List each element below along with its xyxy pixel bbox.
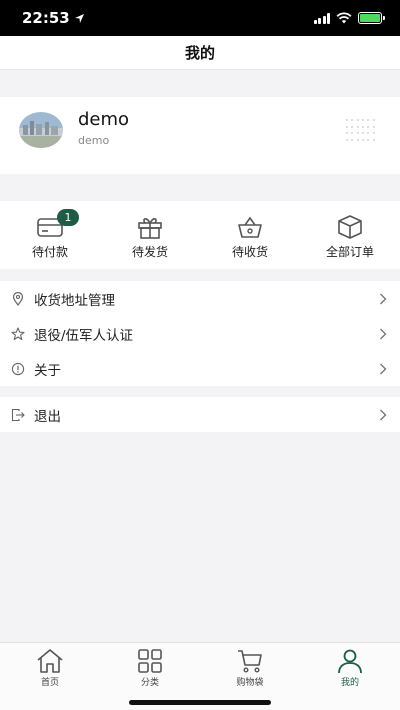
count-badge: 1	[57, 209, 79, 226]
menu-item-veteran-verification[interactable]: 退役/伍军人认证	[0, 316, 400, 351]
gift-box-icon	[138, 218, 162, 239]
location-pin-icon	[12, 291, 24, 306]
time-text: 22:53	[22, 9, 70, 27]
location-arrow-icon	[74, 13, 84, 23]
logout-label: 退出	[34, 408, 61, 425]
status-time: 22:53	[22, 9, 85, 27]
chevron-right-icon	[380, 293, 387, 305]
menu-label: 关于	[34, 362, 61, 379]
nav-bar: 我的	[0, 36, 400, 70]
order-pending-shipment[interactable]: 待发货	[100, 201, 200, 269]
settings-menu: 收货地址管理 退役/伍军人认证 关于	[0, 281, 400, 386]
chevron-right-icon	[380, 409, 387, 421]
battery-icon	[358, 12, 385, 24]
menu-item-address[interactable]: 收货地址管理	[0, 281, 400, 316]
order-all[interactable]: 全部订单	[300, 201, 400, 269]
order-label: 待收货	[231, 245, 268, 259]
status-bar: 22:53	[0, 0, 400, 36]
tab-label: 分类	[140, 678, 159, 688]
tab-label: 首页	[40, 678, 59, 688]
cellular-signal-icon	[313, 12, 330, 24]
logout-button[interactable]: 退出	[0, 397, 400, 432]
profile-name: demo	[78, 109, 130, 130]
tab-label: 购物袋	[236, 678, 264, 688]
logout-icon	[11, 408, 25, 421]
wifi-icon	[336, 12, 352, 24]
star-icon	[11, 326, 25, 340]
order-label: 待发货	[131, 245, 168, 259]
order-shortcuts: 待付款 1 待发货 待收货 全部订单	[0, 201, 400, 269]
chevron-right-icon	[380, 363, 387, 375]
profile-card[interactable]: demo demo	[0, 97, 400, 174]
menu-label: 收货地址管理	[34, 292, 115, 309]
tab-home[interactable]: 首页	[0, 643, 100, 710]
home-icon	[37, 649, 63, 673]
chevron-right-icon	[380, 328, 387, 340]
page-title: 我的	[184, 44, 215, 62]
logout-section: 退出	[0, 397, 400, 432]
cart-icon	[238, 650, 262, 673]
menu-item-about[interactable]: 关于	[0, 351, 400, 386]
profile-subtitle: demo	[78, 134, 110, 147]
info-icon	[11, 362, 25, 375]
order-label: 待付款	[31, 245, 68, 259]
avatar[interactable]	[19, 112, 63, 148]
home-indicator	[129, 700, 271, 705]
tab-profile[interactable]: 我的	[300, 643, 400, 710]
order-pending-payment[interactable]: 待付款 1	[0, 201, 100, 269]
menu-label: 退役/伍军人认证	[34, 327, 134, 344]
package-icon	[338, 215, 362, 239]
user-icon	[338, 649, 362, 674]
qr-code-icon[interactable]	[346, 119, 376, 143]
basket-icon	[238, 216, 262, 238]
grid-icon	[138, 649, 162, 673]
order-pending-receipt[interactable]: 待收货	[200, 201, 300, 269]
tab-label: 我的	[340, 678, 359, 688]
order-label: 全部订单	[325, 245, 374, 259]
